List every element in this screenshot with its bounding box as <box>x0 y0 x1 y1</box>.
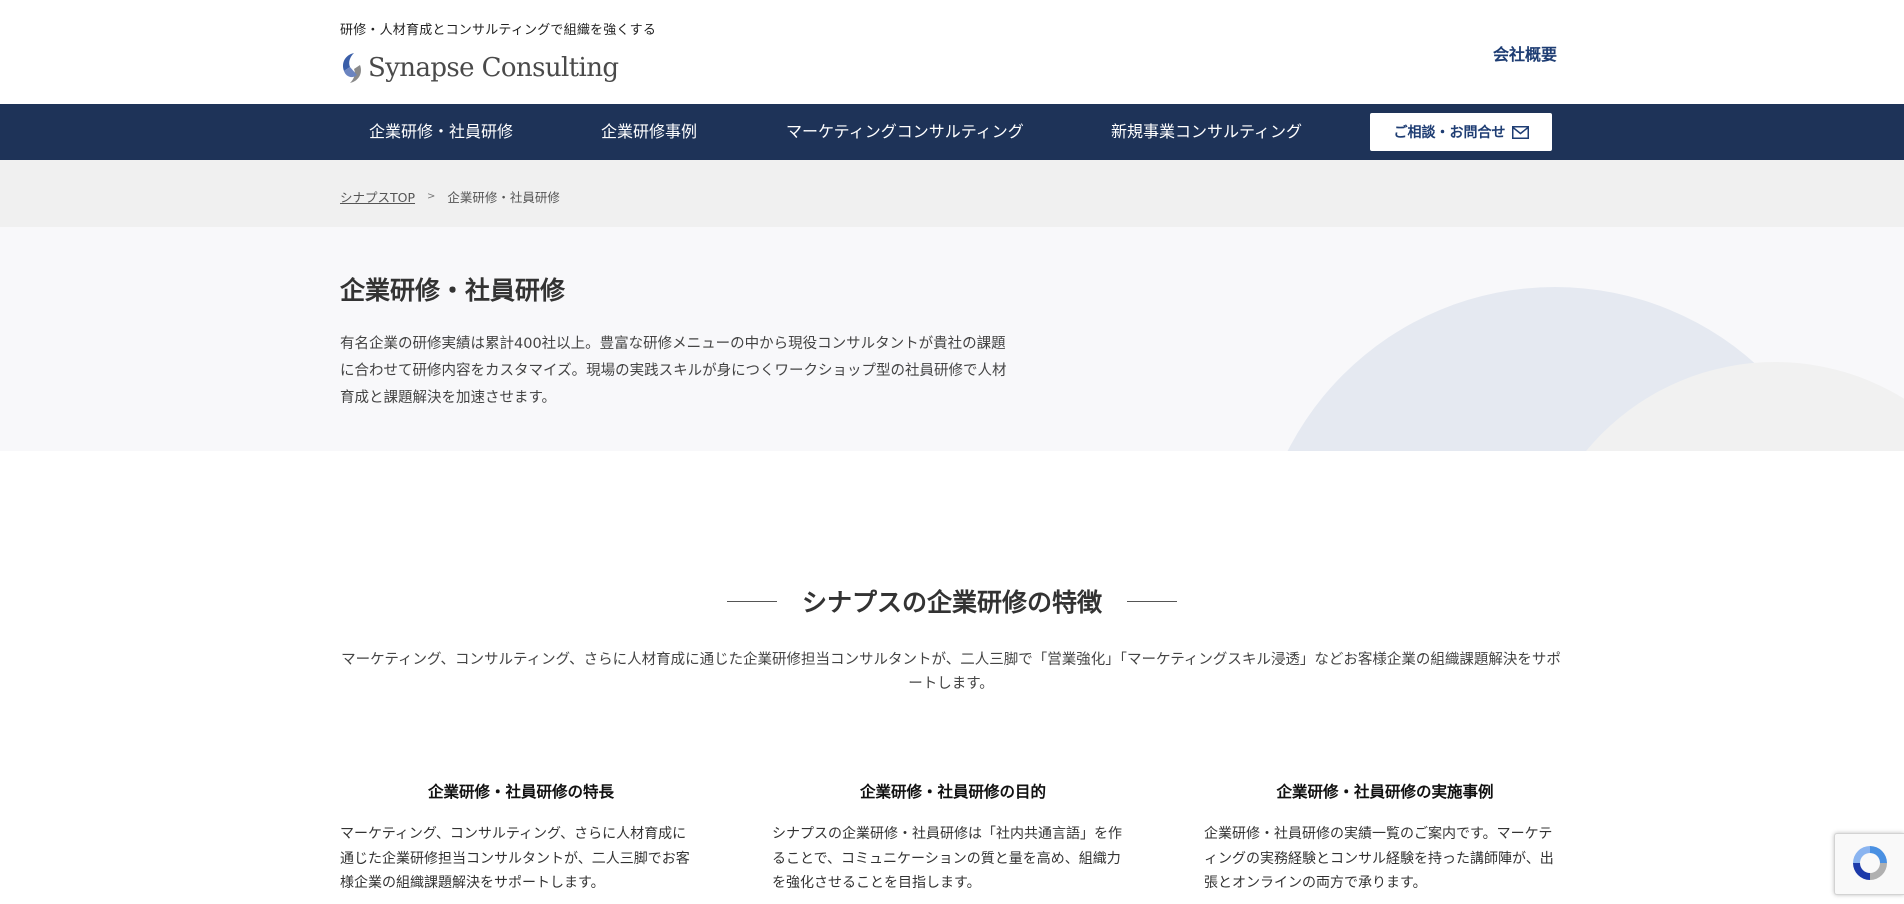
breadcrumb-bar: シナプスTOP > 企業研修・社員研修 <box>0 160 1904 227</box>
mail-icon <box>1511 125 1529 139</box>
nav-item-corporate-training[interactable]: 企業研修・社員研修 <box>369 104 513 160</box>
synapse-logo-mark-icon <box>343 53 361 83</box>
breadcrumb: シナプスTOP > 企業研修・社員研修 <box>340 187 560 206</box>
feature-text: マーケティング、コンサルティング、さらに人材育成に通じた企業研修担当コンサルタン… <box>340 826 690 891</box>
nav-item-marketing-consulting[interactable]: マーケティングコンサルティング <box>786 104 1024 160</box>
hero-description: 有名企業の研修実績は累計400社以上。豊富な研修メニューの中から現役コンサルタン… <box>340 336 1007 406</box>
site-tagline: 研修・人材育成とコンサルティングで組織を強くする <box>340 23 657 38</box>
contact-button-label: ご相談・お問合せ <box>1393 125 1506 141</box>
breadcrumb-home-link[interactable]: シナプスTOP <box>340 187 415 206</box>
feature-text: シナプスの企業研修・社員研修は「社内共通言語」を作ることで、コミュニケーションの… <box>772 826 1122 891</box>
company-overview-link[interactable]: 会社概要 <box>1493 41 1557 65</box>
feature-text: 企業研修・社員研修の実績一覧のご案内です。マーケティングの実務経験とコンサル経験… <box>1204 826 1554 891</box>
hero-section: 企業研修・社員研修 有名企業の研修実績は累計400社以上。豊富な研修メニューの中… <box>0 227 1904 451</box>
recaptcha-badge[interactable] <box>1834 833 1904 895</box>
feature-title: 企業研修・社員研修の実施事例 <box>1276 783 1494 801</box>
nav-item-new-business-consulting[interactable]: 新規事業コンサルティング <box>1111 104 1302 160</box>
site-header: 研修・人材育成とコンサルティングで組織を強くする Synapse Consult… <box>0 0 1904 104</box>
heading-line-right <box>1127 600 1178 602</box>
features-heading: シナプスの企業研修の特徴 <box>0 583 1904 619</box>
features-title: シナプスの企業研修の特徴 <box>801 588 1102 617</box>
feature-card-purpose[interactable]: 企業研修・社員研修の目的 シナプスの企業研修・社員研修は「社内共通言語」を作るこ… <box>772 780 1124 896</box>
breadcrumb-separator: > <box>427 191 436 202</box>
feature-card-strengths[interactable]: 企業研修・社員研修の特長 マーケティング、コンサルティング、さらに人材育成に通じ… <box>340 780 692 896</box>
logo-text: Synapse Consulting <box>368 53 619 83</box>
feature-title: 企業研修・社員研修の特長 <box>427 783 614 801</box>
feature-title: 企業研修・社員研修の目的 <box>859 783 1046 801</box>
site-logo[interactable]: Synapse Consulting <box>340 51 619 85</box>
breadcrumb-current: 企業研修・社員研修 <box>447 190 560 205</box>
heading-line-left <box>726 600 777 602</box>
page-title: 企業研修・社員研修 <box>340 276 566 305</box>
feature-card-cases[interactable]: 企業研修・社員研修の実施事例 企業研修・社員研修の実績一覧のご案内です。マーケテ… <box>1204 780 1556 896</box>
global-nav: 企業研修・社員研修 企業研修事例 マーケティングコンサルティング 新規事業コンサ… <box>0 104 1904 160</box>
recaptcha-icon <box>1853 846 1887 880</box>
contact-button[interactable]: ご相談・お問合せ <box>1370 113 1552 151</box>
features-description: マーケティング、コンサルティング、さらに人材育成に通じた企業研修担当コンサルタン… <box>341 652 1561 692</box>
nav-item-training-cases[interactable]: 企業研修事例 <box>601 104 697 160</box>
